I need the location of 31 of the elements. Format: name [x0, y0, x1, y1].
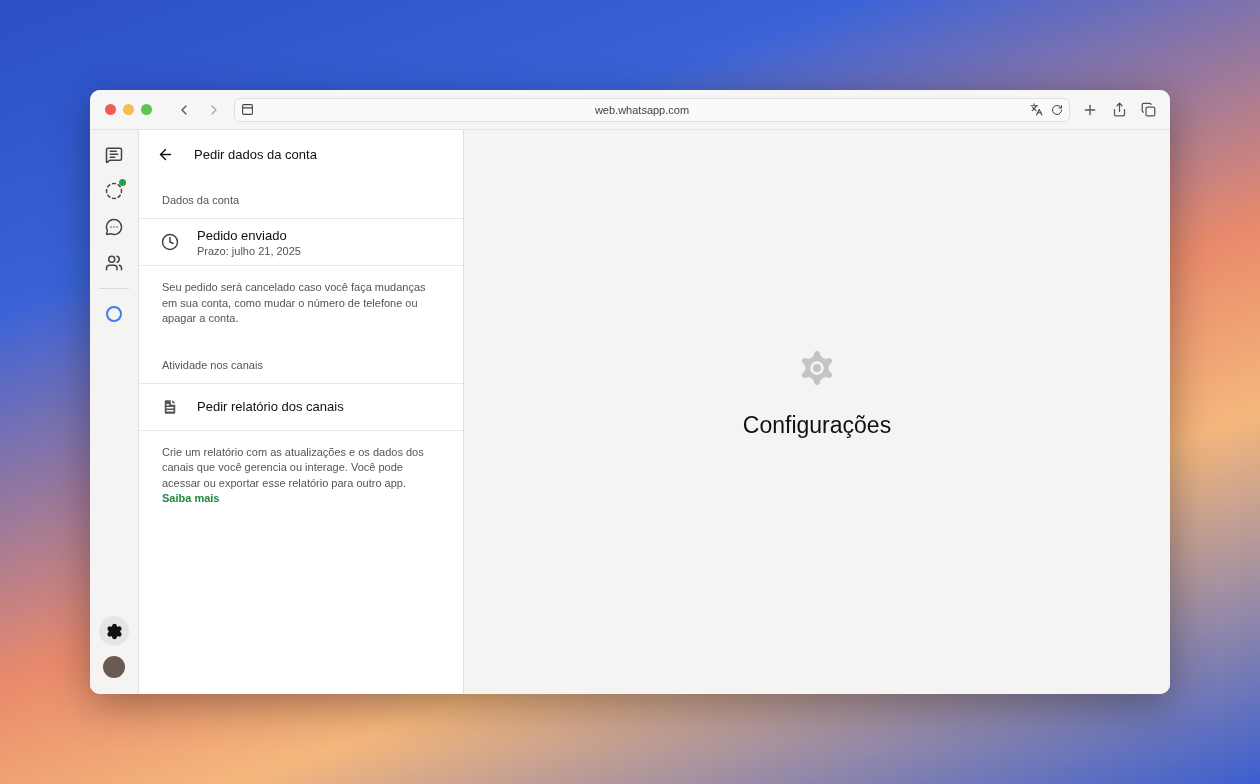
- close-button[interactable]: [105, 104, 116, 115]
- section-heading: Dados da conta: [139, 178, 463, 219]
- url-text: web.whatsapp.com: [593, 103, 691, 116]
- item-title: Pedido enviado: [197, 227, 288, 243]
- chats-icon: [105, 146, 123, 164]
- status-icon: [105, 182, 123, 200]
- section-heading: Atividade nos canais: [139, 342, 463, 384]
- page-icon: [241, 103, 254, 116]
- document-icon: [161, 397, 179, 416]
- panel-title: Pedir dados da conta: [194, 146, 317, 162]
- chat-bubble-icon: [105, 218, 123, 236]
- list-item[interactable]: Pedido enviado Prazo: julho 21, 2025: [139, 219, 463, 266]
- main-title: Configurações: [742, 411, 892, 439]
- translate-icon: [1030, 103, 1043, 116]
- ring-icon: [106, 306, 122, 322]
- note-text: Crie um relatório com as atualizações e os dados dos canais que você gerencia ou interage. Você pode acessar ou exportar esse relatório para outro app. Saiba mais: [161, 444, 425, 506]
- item-title: Pedir relatório dos canais: [197, 399, 344, 414]
- people-icon: [105, 254, 123, 272]
- share-icon: [1112, 102, 1127, 117]
- settings-icon: [105, 622, 123, 640]
- item-subtitle: Prazo: julho 21, 2025: [197, 244, 301, 257]
- tabs-button[interactable]: [1139, 100, 1158, 119]
- clock-icon: [161, 233, 179, 251]
- sidebar-item[interactable]: [99, 616, 129, 646]
- tabs-icon: [1141, 102, 1156, 117]
- list-item[interactable]: Pedir relatório dos canais: [139, 383, 463, 431]
- note-text: Seu pedido será cancelado caso você faça mudanças em sua conta, como mudar o número de telefone ou apagar a conta.: [161, 280, 427, 326]
- reload-icon[interactable]: [1051, 103, 1063, 116]
- address-field[interactable]: web.whatsapp.com: [234, 97, 1070, 122]
- avatar: [103, 656, 125, 678]
- learn-more-link[interactable]: Saiba mais: [162, 492, 220, 504]
